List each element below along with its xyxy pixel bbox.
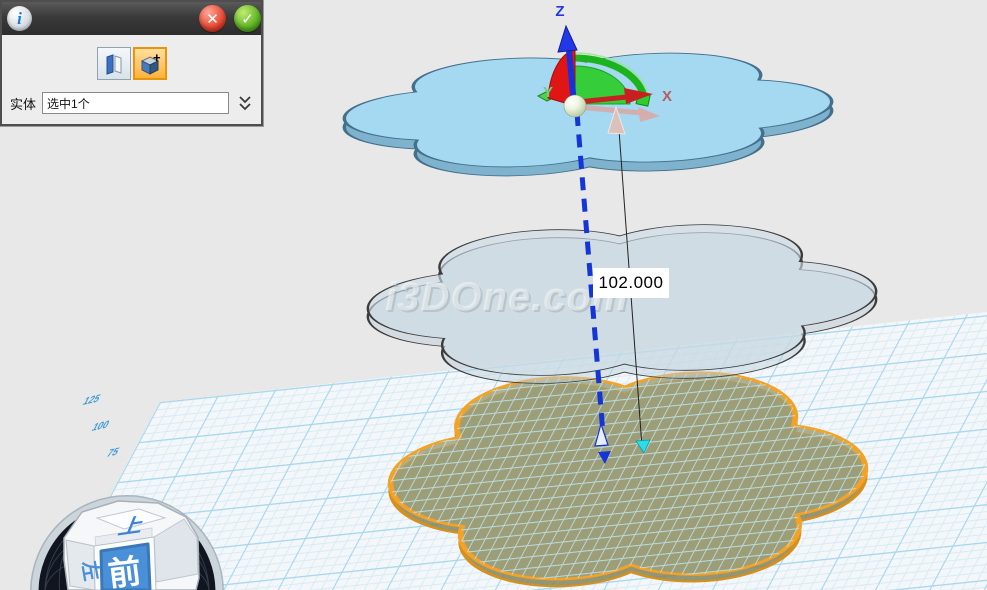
dimension-value-label[interactable]: 102.000 xyxy=(593,268,669,298)
info-icon[interactable]: i xyxy=(7,6,32,31)
viewcube-front-label[interactable]: 前 xyxy=(106,552,143,590)
entity-selection-input[interactable] xyxy=(42,92,229,114)
grid-label-75: 75 xyxy=(104,446,121,460)
move-icon xyxy=(103,53,125,75)
grid-axis-labels: 125 100 75 xyxy=(80,393,121,460)
copy-icon: + xyxy=(139,53,161,75)
entity-field-label: 实体 xyxy=(10,94,36,113)
grid-label-100: 100 xyxy=(89,419,111,434)
mode-move-button[interactable] xyxy=(97,47,131,80)
cancel-button[interactable]: ✕ xyxy=(199,5,226,32)
viewcube-left-label[interactable]: 左 xyxy=(77,559,104,583)
double-chevron-down-icon xyxy=(237,95,253,112)
z-axis-arrowhead[interactable] xyxy=(558,26,577,52)
mode-toggle-row: + xyxy=(2,35,261,88)
expand-options-button[interactable] xyxy=(235,93,255,113)
dialog-header: i ✕ ✓ xyxy=(2,2,261,35)
grid-label-125: 125 xyxy=(80,393,102,408)
origin-sphere-handle[interactable] xyxy=(564,95,586,117)
move-command-dialog: i ✕ ✓ + 实体 xyxy=(0,0,263,126)
x-axis-label: X xyxy=(662,88,672,105)
entity-row: 实体 xyxy=(2,88,261,124)
z-axis-label: Z xyxy=(555,3,564,20)
application-window: 125 100 75 i3DOne.com i3DOne.com xyxy=(0,0,987,590)
mode-copy-button[interactable]: + xyxy=(133,47,167,80)
confirm-button[interactable]: ✓ xyxy=(234,5,261,32)
y-axis-label: Y xyxy=(543,84,553,101)
svg-text:+: + xyxy=(153,53,161,65)
